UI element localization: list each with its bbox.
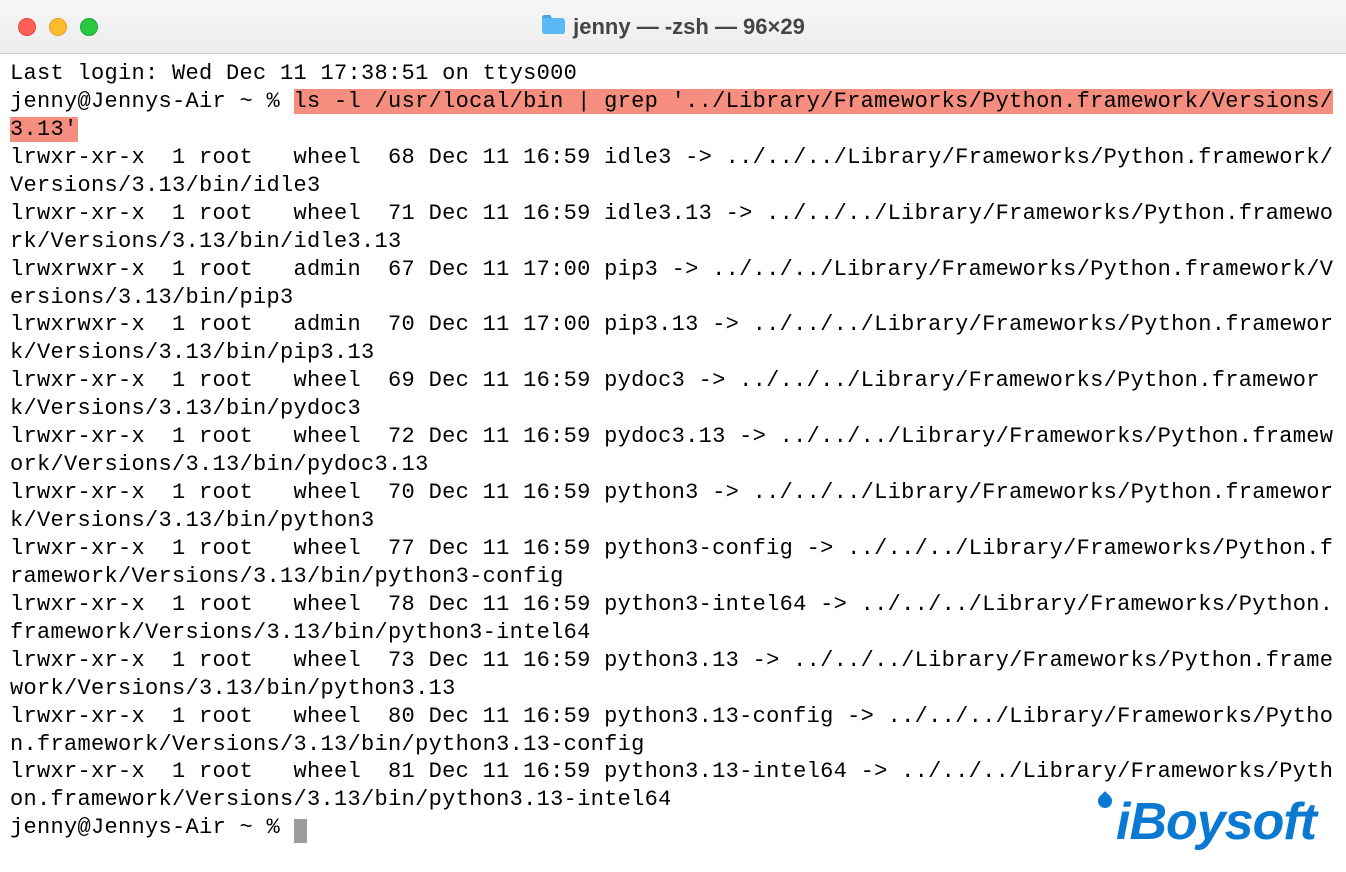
droplet-icon <box>1095 791 1115 811</box>
ls-output-line: lrwxr-xr-x 1 root wheel 69 Dec 11 16:59 … <box>10 368 1320 421</box>
ls-output-line: lrwxr-xr-x 1 root wheel 73 Dec 11 16:59 … <box>10 648 1333 701</box>
prompt-2: jenny@Jennys-Air ~ % <box>10 815 294 840</box>
ls-output-line: lrwxrwxr-x 1 root admin 70 Dec 11 17:00 … <box>10 312 1333 365</box>
terminal-output[interactable]: Last login: Wed Dec 11 17:38:51 on ttys0… <box>0 54 1346 852</box>
ls-output-line: lrwxr-xr-x 1 root wheel 72 Dec 11 16:59 … <box>10 424 1333 477</box>
ls-output-line: lrwxr-xr-x 1 root wheel 80 Dec 11 16:59 … <box>10 704 1333 757</box>
ls-output-line: lrwxr-xr-x 1 root wheel 78 Dec 11 16:59 … <box>10 592 1333 645</box>
last-login-line: Last login: Wed Dec 11 17:38:51 on ttys0… <box>10 61 577 86</box>
ls-output-line: lrwxr-xr-x 1 root wheel 68 Dec 11 16:59 … <box>10 145 1333 198</box>
close-window-button[interactable] <box>18 18 36 36</box>
watermark-logo: iBoysoft <box>1098 792 1316 852</box>
terminal-cursor <box>294 819 307 843</box>
ls-output-line: lrwxr-xr-x 1 root wheel 77 Dec 11 16:59 … <box>10 536 1333 589</box>
ls-output-line: lrwxr-xr-x 1 root wheel 70 Dec 11 16:59 … <box>10 480 1333 533</box>
prompt-1: jenny@Jennys-Air ~ % <box>10 89 294 114</box>
minimize-window-button[interactable] <box>49 18 67 36</box>
folder-icon <box>541 14 565 39</box>
zoom-window-button[interactable] <box>80 18 98 36</box>
ls-output-line: lrwxrwxr-x 1 root admin 67 Dec 11 17:00 … <box>10 257 1333 310</box>
traffic-lights <box>18 18 98 36</box>
window-title: jenny — -zsh — 96×29 <box>573 14 805 40</box>
ls-output-line: lrwxr-xr-x 1 root wheel 71 Dec 11 16:59 … <box>10 201 1333 254</box>
window-titlebar: jenny — -zsh — 96×29 <box>0 0 1346 54</box>
watermark-text: iBoysoft <box>1116 793 1316 851</box>
